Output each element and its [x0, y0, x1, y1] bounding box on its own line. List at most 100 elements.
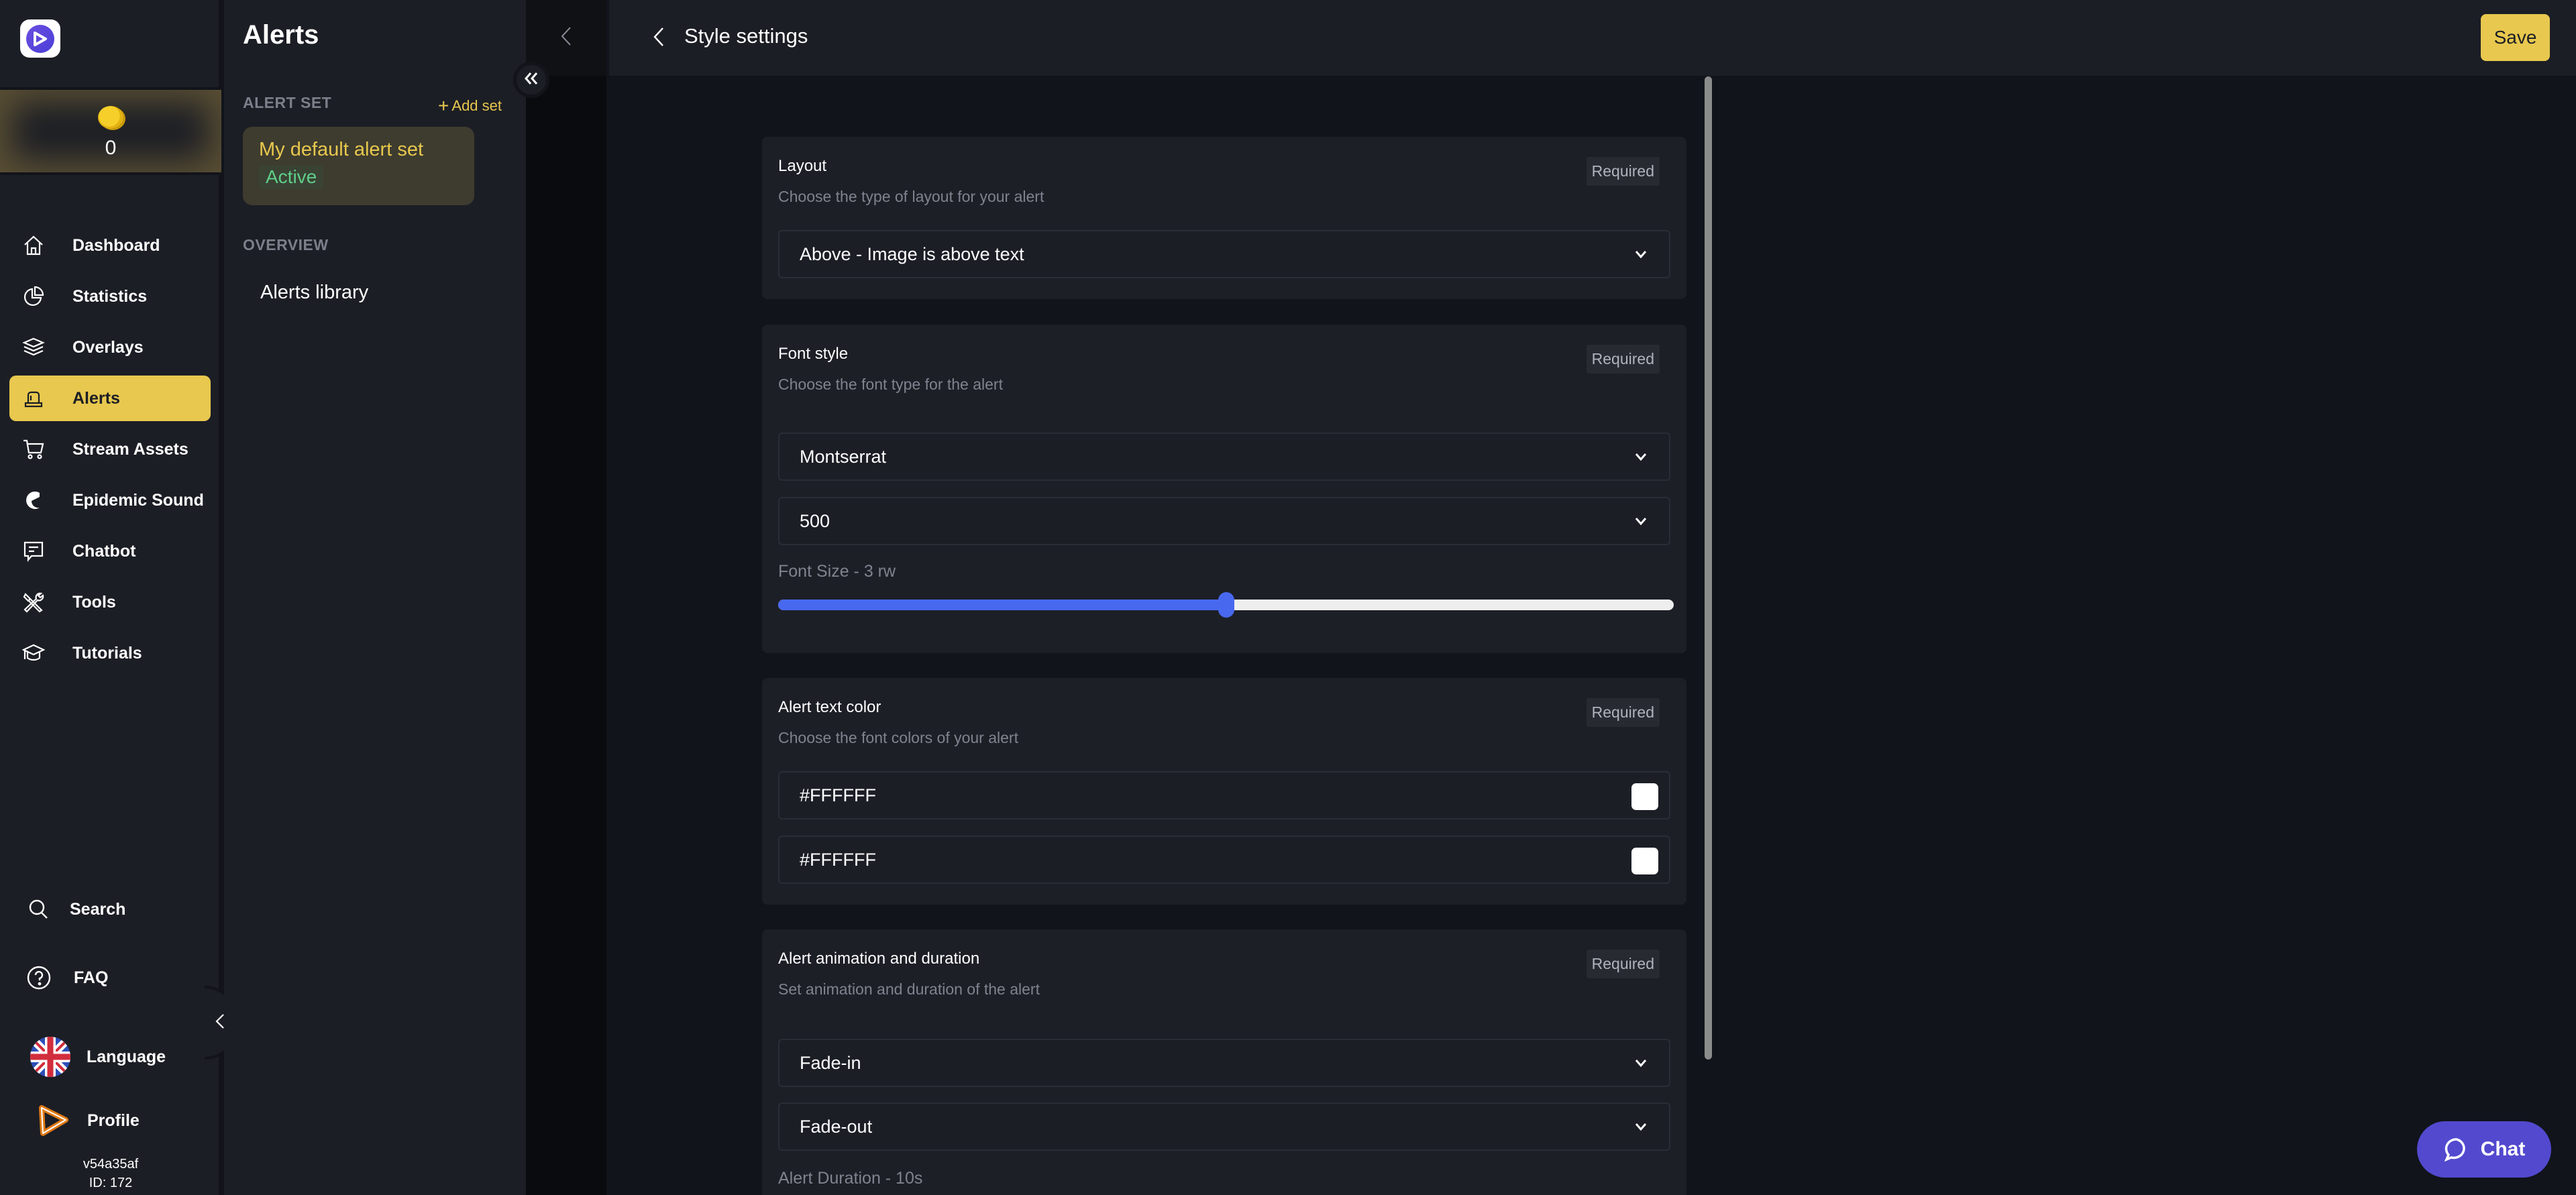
panel-title: Alerts	[243, 20, 319, 50]
animation-card: Alert animation and duration Set animati…	[762, 929, 1686, 1195]
card-description: Choose the font colors of your alert	[778, 729, 1018, 746]
plus-icon: +	[438, 95, 449, 116]
nav-item-tutorials[interactable]: Tutorials	[9, 630, 211, 676]
nav-item-overlays[interactable]: Overlays	[9, 325, 211, 370]
nav-label: Stream Assets	[72, 439, 189, 459]
chevron-left-icon	[653, 27, 663, 46]
app-logo[interactable]	[20, 19, 60, 58]
nav-item-epidemic-sound[interactable]: Epidemic Sound	[9, 477, 211, 523]
font-style-card: Font style Choose the font type for the …	[762, 325, 1686, 653]
nav-item-tools[interactable]: Tools	[9, 579, 211, 625]
nav-label: Alerts	[72, 388, 120, 408]
nav-item-alerts[interactable]: Alerts	[9, 376, 211, 421]
main-sidebar: 0 Dashboard Statistics Overlays Alerts S…	[0, 0, 221, 1195]
alerts-library-link[interactable]: Alerts library	[260, 282, 368, 304]
nav-faq[interactable]: FAQ	[27, 966, 108, 990]
chevron-down-icon	[1635, 251, 1647, 259]
nav-label: Tutorials	[72, 643, 142, 663]
help-circle-icon	[27, 966, 51, 990]
chevron-left-icon	[215, 1013, 225, 1033]
nav-label: Dashboard	[72, 235, 160, 255]
font-family-select[interactable]: Montserrat	[778, 433, 1670, 481]
card-description: Choose the type of layout for your alert	[778, 188, 1044, 205]
epidemic-sound-icon	[21, 488, 46, 512]
required-badge: Required	[1586, 698, 1660, 727]
layers-icon	[21, 335, 46, 359]
main-content: Style settings Save Layout Choose the ty…	[606, 0, 2576, 1195]
color-input-primary[interactable]: #FFFFFF	[778, 771, 1670, 819]
page-title: Style settings	[684, 24, 808, 48]
nav-label: Overlays	[72, 337, 144, 357]
chevron-down-icon	[1635, 453, 1647, 461]
font-weight-select[interactable]: 500	[778, 497, 1670, 545]
home-icon	[21, 233, 46, 258]
alert-set-label: ALERT SET	[243, 94, 332, 111]
nav-item-stream-assets[interactable]: Stream Assets	[9, 426, 211, 472]
font-family-value: Montserrat	[800, 446, 887, 467]
color-input-secondary[interactable]: #FFFFFF	[778, 836, 1670, 884]
chat-label: Chat	[2480, 1138, 2526, 1160]
color-value: #FFFFFF	[800, 785, 876, 805]
font-size-label: Font Size - 3 rw	[778, 562, 896, 581]
color-swatch[interactable]	[1631, 783, 1658, 810]
nav-faq-label: FAQ	[74, 968, 109, 987]
nav-profile[interactable]: Profile	[36, 1104, 140, 1137]
card-description: Set animation and duration of the alert	[778, 980, 1040, 998]
layout-select-value: Above - Image is above text	[800, 243, 1024, 264]
alert-set-item[interactable]: My default alert set Active	[243, 127, 474, 205]
slider-thumb[interactable]	[1218, 592, 1234, 618]
panel-collapse-button[interactable]	[513, 62, 549, 98]
coin-balance[interactable]: 0	[0, 87, 221, 175]
chat-bubble-icon	[21, 539, 46, 563]
card-title: Alert animation and duration	[778, 950, 980, 968]
chevron-left-icon	[560, 26, 572, 50]
card-title: Alert text color	[778, 698, 881, 716]
color-value: #FFFFFF	[800, 849, 876, 870]
add-set-button[interactable]: + Add set	[438, 95, 502, 117]
text-color-card: Alert text color Choose the font colors …	[762, 678, 1686, 905]
alerts-panel: Alerts ALERT SET + Add set My default al…	[224, 0, 526, 1195]
required-badge: Required	[1586, 157, 1660, 186]
profile-avatar-icon	[36, 1104, 70, 1137]
cart-icon	[21, 437, 46, 461]
alert-set-name: My default alert set	[259, 139, 423, 160]
card-title: Font style	[778, 345, 849, 363]
user-id: ID: 172	[89, 1176, 133, 1190]
slider-fill	[778, 600, 1226, 610]
nav-profile-label: Profile	[87, 1111, 140, 1130]
chevron-down-icon	[1635, 518, 1647, 526]
required-badge: Required	[1586, 345, 1660, 374]
double-chevron-left-icon	[524, 72, 539, 89]
tools-icon	[21, 590, 46, 614]
chat-button[interactable]: Chat	[2417, 1121, 2551, 1178]
nav-label: Statistics	[72, 286, 148, 306]
font-size-slider[interactable]	[778, 592, 1674, 618]
scrollbar[interactable]	[1705, 76, 1712, 1060]
nav-item-chatbot[interactable]: Chatbot	[9, 528, 211, 574]
save-button[interactable]: Save	[2481, 14, 2550, 61]
search-icon	[27, 897, 51, 921]
chat-bubble-icon	[2444, 1138, 2465, 1162]
font-weight-value: 500	[800, 510, 830, 531]
animation-out-select[interactable]: Fade-out	[778, 1102, 1670, 1151]
graduation-cap-icon	[21, 641, 46, 665]
coin-count: 0	[105, 137, 117, 159]
coin-icon	[98, 106, 123, 129]
preview-column	[526, 0, 606, 1195]
overview-label: OVERVIEW	[243, 236, 329, 253]
layout-select[interactable]: Above - Image is above text	[778, 230, 1670, 278]
nav-label: Epidemic Sound	[72, 490, 204, 510]
nav-item-dashboard[interactable]: Dashboard	[9, 223, 211, 268]
color-swatch[interactable]	[1631, 848, 1658, 874]
back-button[interactable]	[653, 25, 673, 48]
nav-language-label: Language	[87, 1047, 166, 1066]
nav-search-label: Search	[70, 899, 126, 919]
card-description: Choose the font type for the alert	[778, 376, 1003, 393]
chevron-down-icon	[1635, 1123, 1647, 1131]
nav-search[interactable]: Search	[27, 897, 125, 921]
animation-in-select[interactable]: Fade-in	[778, 1039, 1670, 1087]
alert-siren-icon	[21, 386, 46, 410]
animation-in-value: Fade-in	[800, 1052, 861, 1073]
nav-language[interactable]: Language	[30, 1037, 166, 1077]
nav-item-statistics[interactable]: Statistics	[9, 274, 211, 319]
